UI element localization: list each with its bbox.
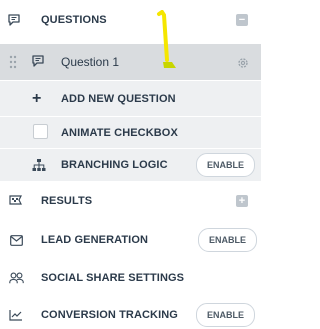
plus-icon: + xyxy=(32,89,42,107)
checkered-flag-icon xyxy=(8,193,24,209)
lead-generation-label: LEAD GENERATION xyxy=(41,234,149,246)
branching-logic-label: BRANCHING LOGIC xyxy=(61,159,168,171)
branching-tree-icon xyxy=(32,158,46,177)
collapse-icon[interactable]: − xyxy=(236,14,248,26)
chat-bubble-icon xyxy=(6,12,22,28)
questions-section-header[interactable]: QUESTIONS − xyxy=(0,6,261,34)
users-icon xyxy=(8,270,24,286)
envelope-icon xyxy=(8,232,24,248)
conversion-tracking-enable-button[interactable]: ENABLE xyxy=(195,303,255,327)
conversion-tracking-label: CONVERSION TRACKING xyxy=(41,309,178,321)
question-item[interactable]: Question 1 xyxy=(0,44,261,80)
expand-icon[interactable]: + xyxy=(236,195,248,207)
add-question-row[interactable]: + ADD NEW QUESTION xyxy=(0,81,261,116)
chat-bubble-icon xyxy=(31,54,45,73)
builder-sidebar: QUESTIONS − Question 1 + ADD NEW QUESTIO… xyxy=(0,0,261,327)
social-share-row[interactable]: SOCIAL SHARE SETTINGS xyxy=(0,264,261,292)
drag-handle-icon[interactable] xyxy=(9,55,17,74)
animate-checkbox[interactable] xyxy=(33,124,48,139)
annotation-arrow-icon xyxy=(157,10,176,68)
branching-logic-enable-button[interactable]: ENABLE xyxy=(195,153,255,177)
question-title: Question 1 xyxy=(61,55,120,69)
conversion-tracking-row: CONVERSION TRACKING ENABLE xyxy=(0,301,261,329)
animate-checkbox-label: ANIMATE CHECKBOX xyxy=(61,126,178,139)
branching-logic-row: BRANCHING LOGIC ENABLE xyxy=(0,149,261,181)
questions-label: QUESTIONS xyxy=(41,14,107,26)
trend-chart-icon xyxy=(8,307,24,323)
social-share-label: SOCIAL SHARE SETTINGS xyxy=(41,272,185,284)
results-row[interactable]: RESULTS + xyxy=(0,187,261,215)
lead-generation-row: LEAD GENERATION ENABLE xyxy=(0,225,261,255)
add-question-label: ADD NEW QUESTION xyxy=(61,92,176,105)
lead-generation-enable-button[interactable]: ENABLE xyxy=(197,228,257,252)
results-label: RESULTS xyxy=(41,195,93,207)
settings-gear-icon[interactable] xyxy=(237,56,249,74)
animate-checkbox-row[interactable]: ANIMATE CHECKBOX xyxy=(0,117,261,148)
